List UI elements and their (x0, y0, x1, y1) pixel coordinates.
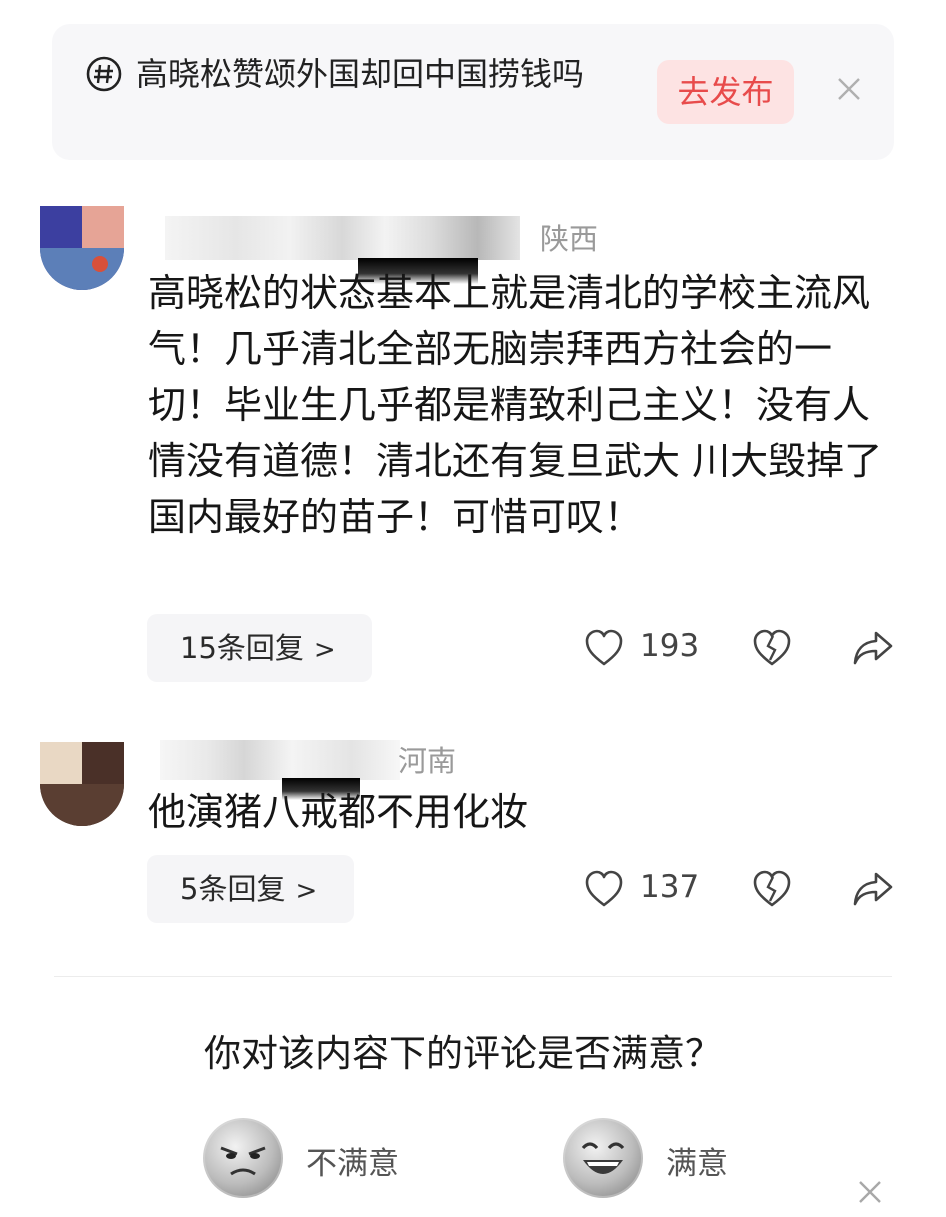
replies-button[interactable]: 15条回复 > (147, 614, 372, 682)
replies-label: 5条回复 (180, 872, 286, 906)
like-count: 137 (640, 869, 700, 905)
like-icon[interactable] (584, 870, 624, 908)
username-redacted (165, 216, 520, 260)
username-redacted (160, 740, 400, 780)
like-icon[interactable] (584, 629, 624, 667)
satisfied-label[interactable]: 满意 (666, 1138, 728, 1183)
replies-button[interactable]: 5条回复 > (147, 855, 354, 923)
comment-location: 河南 (398, 744, 457, 778)
replies-label: 15条回复 (180, 631, 304, 665)
comment-text: 他演猪八戒都不用化妆 (148, 790, 529, 834)
unsatisfied-label[interactable]: 不满意 (306, 1138, 399, 1183)
topic-title[interactable]: 高晓松赞颂外国却回中国捞钱吗 (84, 52, 624, 96)
dislike-icon[interactable] (752, 629, 792, 667)
publish-button[interactable]: 去发布 (657, 60, 794, 124)
topic-banner[interactable]: 高晓松赞颂外国却回中国捞钱吗 去发布 (52, 24, 894, 160)
avatar[interactable] (40, 742, 124, 826)
share-icon[interactable] (852, 630, 894, 666)
chevron-right-icon: > (313, 635, 336, 665)
satisfied-face-icon (563, 1118, 643, 1198)
like-count: 193 (640, 628, 700, 664)
close-icon[interactable] (834, 74, 864, 104)
close-icon[interactable] (856, 1178, 884, 1206)
avatar[interactable] (40, 206, 124, 290)
chevron-right-icon: > (295, 876, 318, 906)
share-icon[interactable] (852, 871, 894, 907)
comment-text: 高晓松的状态基本上就是清北的学校主流风气！几乎清北全部无脑崇拜西方社会的一切！毕… (148, 271, 883, 539)
survey-question: 你对该内容下的评论是否满意？ (204, 1032, 722, 1075)
dislike-icon[interactable] (752, 870, 792, 908)
divider (54, 976, 892, 977)
comment-location: 陕西 (540, 222, 599, 256)
unsatisfied-face-icon (203, 1118, 283, 1198)
